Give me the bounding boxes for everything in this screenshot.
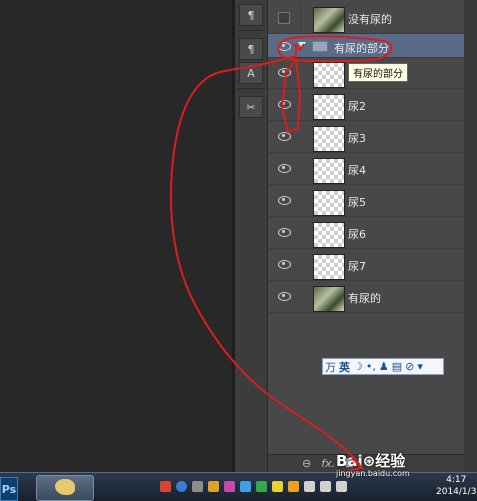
photoshop-taskbar-button[interactable]: Ps [0,477,18,501]
tray-icon[interactable] [288,481,299,492]
link-layers-icon[interactable]: ⊖ [302,457,311,470]
layer-name: 有尿的 [348,292,381,305]
layer-group-row[interactable]: 有尿的部分 [268,34,464,58]
tray-icon[interactable] [272,481,283,492]
tray-icon[interactable] [208,481,219,492]
expand-triangle-icon[interactable] [298,42,306,48]
eye-icon[interactable] [278,260,291,269]
ime-mode-toggle[interactable]: 英 [339,359,350,375]
layer-name: 没有尿的 [348,13,392,26]
paint-taskbar-button[interactable] [36,475,94,501]
help-icon[interactable] [176,481,187,492]
layer-tooltip: 有尿的部分 [348,63,408,82]
layer-row[interactable]: 尿3 [268,122,464,153]
layer-name: 尿5 [348,196,366,209]
tools-icon[interactable]: ✂ [239,96,263,118]
paragraph-style-icon[interactable]: ¶ [239,38,263,60]
layer-thumbnail [313,286,345,312]
layer-thumbnail [313,126,345,152]
network-icon[interactable] [320,481,331,492]
eye-icon[interactable] [278,196,291,205]
visibility-toggle-off[interactable] [278,12,290,24]
character-style-icon[interactable]: A [239,62,263,84]
folder-icon [312,41,328,52]
fx-icon[interactable]: fx. [321,457,335,470]
layer-row[interactable]: 尿6 [268,218,464,249]
layer-thumbnail [313,222,345,248]
volume-icon[interactable] [336,481,347,492]
layer-row[interactable]: 尿4 [268,154,464,185]
layer-group-name: 有尿的部分 [334,42,389,55]
clock-time: 4:17 [446,475,467,485]
layer-row[interactable]: 尿7 [268,250,464,281]
layer-thumbnail [313,254,345,280]
layer-row[interactable]: 没有尿的 [268,3,464,34]
tray-icon[interactable] [240,481,251,492]
panel-tool-strip: ¶ ¶ A ✂ [235,0,268,472]
layer-name: 尿7 [348,260,366,273]
layer-name: 尿6 [348,228,366,241]
layer-thumbnail [313,190,345,216]
paragraph-icon[interactable]: ¶ [239,4,263,26]
watermark-url: jingyan.baidu.com [336,469,410,478]
layer-name: 尿2 [348,100,366,113]
eye-icon[interactable] [278,42,291,51]
dropdown-icon[interactable]: ▾ [417,360,423,373]
panel-scroll-edge[interactable] [464,0,477,472]
tool-divider [237,30,265,31]
person-icon[interactable]: ♟ [379,360,389,373]
tray-icon[interactable] [192,481,203,492]
layer-thumbnail [313,94,345,120]
eye-icon[interactable] [278,164,291,173]
ime-toolbar[interactable]: 万 英 ☽ •, ♟ ▤ ⊘ ▾ [322,358,444,375]
layer-thumbnail [313,158,345,184]
system-tray [160,481,347,492]
layer-link-column [300,3,301,34]
eye-icon[interactable] [278,68,291,77]
layer-name: 尿3 [348,132,366,145]
eye-icon[interactable] [278,228,291,237]
palette-icon [55,479,75,495]
clock-date: 2014/1/3 [436,487,477,497]
eye-icon[interactable] [278,100,291,109]
layer-row[interactable]: 有尿的 [268,282,464,313]
taskbar-clock[interactable]: 4:17 2014/1/3 [436,474,476,498]
flag-icon[interactable] [304,481,315,492]
ime-logo-icon[interactable]: 万 [325,359,336,375]
layer-thumbnail [313,62,345,88]
shield-icon[interactable] [256,481,267,492]
baidu-watermark: Bai⊛经验 jingyan.baidu.com [336,450,410,478]
layer-row[interactable]: 尿5 [268,186,464,217]
search-icon[interactable]: ⊘ [405,360,414,373]
layer-thumbnail [313,7,345,33]
keyboard-icon[interactable]: ▤ [392,360,402,373]
eye-icon[interactable] [278,132,291,141]
watermark-text: Bai⊛经验 [336,452,406,470]
app-tray-icon[interactable] [160,481,171,492]
document-canvas [0,0,232,472]
moon-icon[interactable]: ☽ [353,360,363,373]
layer-name: 尿4 [348,164,366,177]
tray-icon[interactable] [224,481,235,492]
layer-row[interactable]: 尿2 [268,90,464,121]
eye-icon[interactable] [278,292,291,301]
punctuation-icon[interactable]: •, [366,360,376,373]
tool-divider [237,88,265,89]
